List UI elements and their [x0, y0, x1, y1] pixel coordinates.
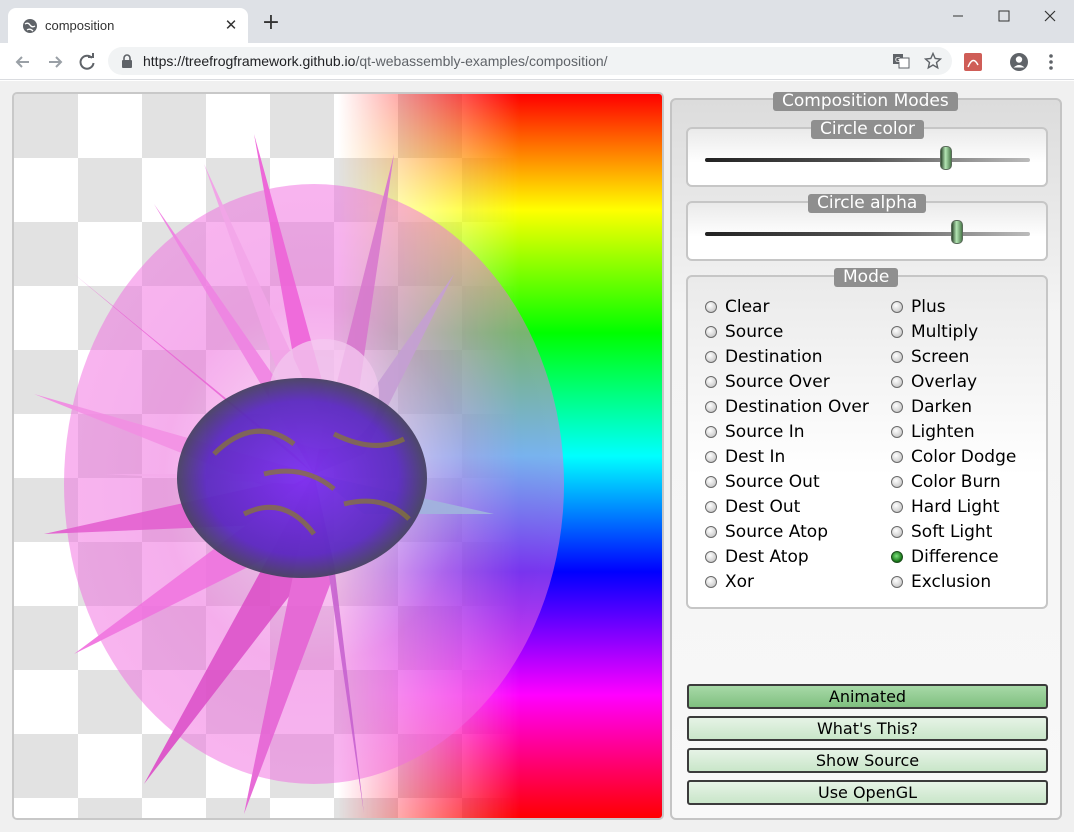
star-icon[interactable]	[924, 52, 942, 70]
slider-groove	[705, 158, 1030, 162]
mode-label: Source In	[725, 422, 805, 442]
radio-button[interactable]	[705, 376, 717, 388]
radio-button[interactable]	[705, 426, 717, 438]
url-path: /qt-webassembly-examples/composition/	[355, 53, 608, 69]
animated-button[interactable]: Animated	[687, 684, 1048, 709]
mode-label: Source Atop	[725, 522, 828, 542]
plus-icon[interactable]: +	[259, 12, 283, 36]
address-bar[interactable]: https://treefrogframework.github.io/qt-w…	[108, 47, 952, 75]
mode-label: Color Dodge	[911, 447, 1017, 467]
mode-label: Difference	[911, 547, 999, 567]
composition-circle[interactable]	[177, 378, 427, 578]
radio-button[interactable]	[705, 326, 717, 338]
url-text: https://treefrogframework.github.io/qt-w…	[143, 53, 608, 69]
mode-label: Source Over	[725, 372, 830, 392]
circle-color-group: Circle color	[686, 120, 1048, 187]
radio-button[interactable]	[891, 401, 903, 413]
mode-label: Dest In	[725, 447, 786, 467]
radio-button[interactable]	[705, 351, 717, 363]
mode-label: Multiply	[911, 322, 979, 342]
composition-canvas-frame	[12, 92, 664, 820]
radio-button[interactable]	[705, 576, 717, 588]
browser-tab[interactable]: composition ✕	[8, 8, 248, 43]
svg-text:G: G	[895, 56, 900, 64]
radio-button[interactable]	[891, 326, 903, 338]
radio-button[interactable]	[891, 426, 903, 438]
radio-button[interactable]	[891, 551, 903, 563]
mode-label: Soft Light	[911, 522, 993, 542]
translate-icon[interactable]: G	[892, 52, 910, 70]
mode-group: Mode Clear Source Destination Source Over De…	[686, 268, 1048, 609]
back-icon[interactable]	[12, 51, 34, 73]
mode-label: Screen	[911, 347, 970, 367]
pdf-extension-icon[interactable]	[962, 51, 984, 73]
minimize-icon[interactable]	[943, 6, 973, 26]
mode-label: Destination Over	[725, 397, 869, 417]
slider-handle[interactable]	[939, 146, 952, 170]
radio-button[interactable]	[891, 576, 903, 588]
radio-button[interactable]	[705, 551, 717, 563]
panel-title: Composition Modes	[773, 92, 958, 111]
composition-modes-panel: Composition Modes Circle color Circle al…	[670, 92, 1062, 820]
mode-label: Clear	[725, 297, 770, 317]
radio-button[interactable]	[705, 301, 717, 313]
circle-alpha-group: Circle alpha	[686, 194, 1048, 261]
radio-button[interactable]	[891, 351, 903, 363]
browser-toolbar: https://treefrogframework.github.io/qt-w…	[0, 43, 1074, 80]
slider-groove	[705, 232, 1030, 236]
lock-icon	[122, 54, 132, 68]
window-close-icon[interactable]	[1035, 6, 1065, 26]
show-source-button[interactable]: Show Source	[687, 748, 1048, 773]
radio-button[interactable]	[891, 501, 903, 513]
circle-color-title: Circle color	[811, 120, 925, 139]
radio-button[interactable]	[891, 476, 903, 488]
mode-label: Source Out	[725, 472, 820, 492]
mode-label: Dest Out	[725, 497, 801, 517]
mode-label: Xor	[725, 572, 755, 592]
radio-button[interactable]	[705, 401, 717, 413]
radio-button[interactable]	[891, 376, 903, 388]
globe-icon	[23, 19, 37, 33]
composition-canvas[interactable]	[14, 94, 662, 818]
forward-icon[interactable]	[44, 51, 66, 73]
mode-label: Source	[725, 322, 784, 342]
reload-icon[interactable]	[76, 51, 98, 73]
mode-label: Exclusion	[911, 572, 992, 592]
maximize-icon[interactable]	[989, 6, 1019, 26]
profile-icon[interactable]	[1008, 51, 1030, 73]
radio-button[interactable]	[891, 526, 903, 538]
mode-label: Overlay	[911, 372, 978, 392]
mode-label: Darken	[911, 397, 972, 417]
tab-strip: composition ✕ +	[0, 0, 1074, 43]
use-opengl-button[interactable]: Use OpenGL	[687, 780, 1048, 805]
mode-label: Lighten	[911, 422, 975, 442]
composition-app: Composition Modes Circle color Circle al…	[0, 81, 1074, 832]
mode-label: Color Burn	[911, 472, 1001, 492]
mode-title: Mode	[834, 268, 899, 287]
circle-alpha-title: Circle alpha	[808, 194, 927, 213]
radio-button[interactable]	[705, 451, 717, 463]
mode-label: Destination	[725, 347, 823, 367]
radio-button[interactable]	[891, 451, 903, 463]
close-icon[interactable]: ✕	[222, 16, 240, 34]
mode-label: Plus	[911, 297, 946, 317]
mode-label: Dest Atop	[725, 547, 809, 567]
radio-button[interactable]	[705, 476, 717, 488]
url-host: https://treefrogframework.github.io	[143, 53, 356, 69]
radio-button[interactable]	[891, 301, 903, 313]
mode-label: Hard Light	[911, 497, 1000, 517]
circle-color-slider[interactable]	[705, 146, 1030, 170]
menu-icon[interactable]	[1040, 51, 1062, 73]
radio-button[interactable]	[705, 526, 717, 538]
whats-this-button[interactable]: What's This?	[687, 716, 1048, 741]
circle-alpha-slider[interactable]	[705, 220, 1030, 244]
radio-button[interactable]	[705, 501, 717, 513]
tab-title: composition	[45, 18, 115, 33]
slider-handle[interactable]	[950, 220, 963, 244]
